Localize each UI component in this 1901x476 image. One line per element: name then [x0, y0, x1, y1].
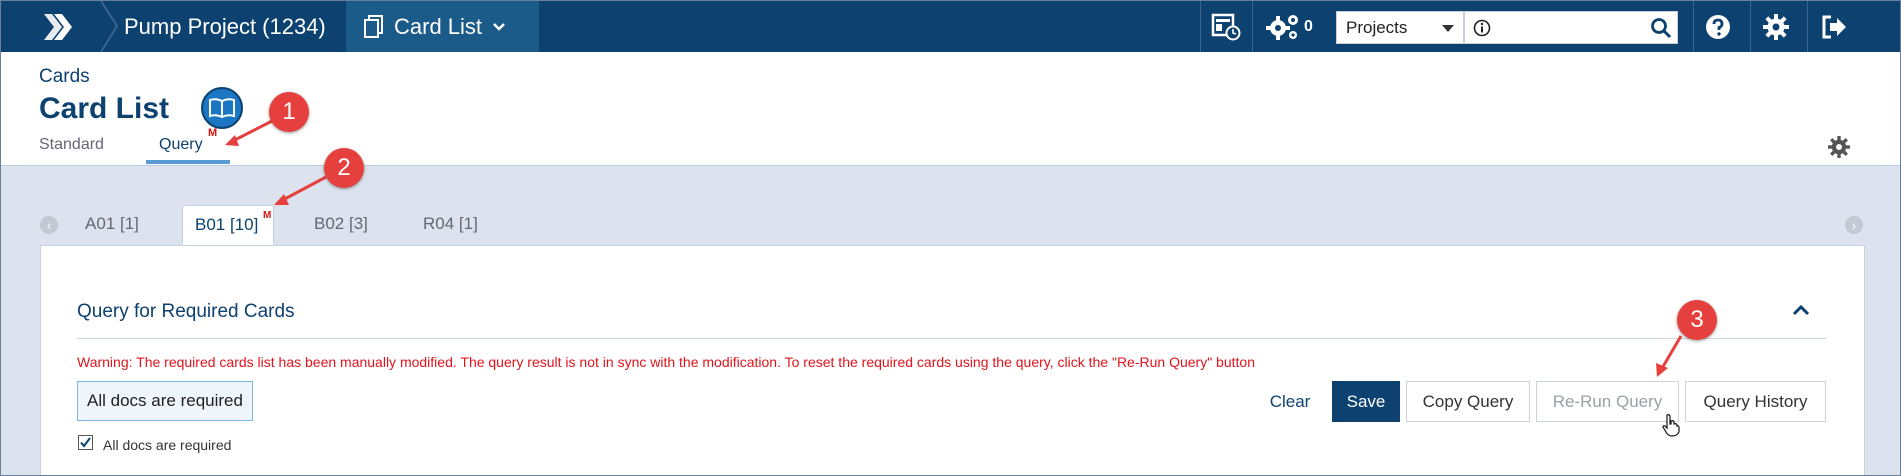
- page-title: Card List: [39, 92, 170, 125]
- dashboard-clock-icon[interactable]: [1208, 10, 1244, 44]
- save-button[interactable]: Save: [1332, 381, 1400, 422]
- tabs-prev-arrow-icon[interactable]: ‹: [40, 216, 58, 234]
- checkmark-icon: [80, 437, 91, 448]
- query-condition-tag[interactable]: All docs are required: [77, 381, 253, 421]
- active-tab-indicator: [146, 160, 230, 164]
- app-window: Pump Project (1234) Card List 0 Projects…: [0, 0, 1901, 476]
- section-label: Cards: [39, 66, 90, 87]
- annotation-callout-1: 1: [269, 92, 309, 132]
- book-icon: [209, 98, 235, 119]
- toolbar-divider: [1200, 1, 1201, 52]
- toolbar-divider: [1693, 1, 1694, 52]
- breadcrumb-project[interactable]: Pump Project (1234): [124, 1, 344, 52]
- checkbox-label: All docs are required: [103, 437, 232, 453]
- toolbar-divider: [1252, 1, 1253, 52]
- divider: [77, 338, 1826, 339]
- home-logo-icon[interactable]: [40, 10, 84, 44]
- annotation-callout-2: 2: [324, 148, 364, 188]
- settings-gear-icon[interactable]: [1761, 10, 1791, 44]
- sync-warning-message: Warning: The required cards list has bee…: [77, 354, 1255, 370]
- breadcrumb-card-list[interactable]: Card List: [346, 1, 539, 52]
- rerun-query-button[interactable]: Re-Run Query: [1536, 381, 1679, 422]
- toolbar-divider: [1807, 1, 1808, 52]
- copy-query-button[interactable]: Copy Query: [1406, 381, 1530, 422]
- caret-down-icon: [1442, 25, 1454, 32]
- top-bar: Pump Project (1234) Card List 0 Projects: [1, 1, 1900, 52]
- info-icon: [1473, 19, 1491, 37]
- gears-count: 0: [1304, 18, 1313, 35]
- document-copy-icon: [364, 14, 383, 38]
- process-gears-button[interactable]: 0: [1266, 10, 1336, 44]
- toolbar-divider: [1750, 1, 1751, 52]
- search-scope-select[interactable]: Projects: [1336, 11, 1464, 44]
- doc-tab-r04[interactable]: R04 [1]: [423, 214, 478, 234]
- logout-icon[interactable]: [1819, 10, 1849, 44]
- breadcrumb-separator-icon: [100, 1, 119, 52]
- chevron-up-icon[interactable]: [1792, 303, 1810, 317]
- breadcrumb-separator-icon: [513, 1, 535, 52]
- annotation-callout-3: 3: [1677, 300, 1717, 340]
- tab-query[interactable]: Query: [159, 136, 203, 154]
- search-icon[interactable]: [1650, 17, 1672, 39]
- hand-cursor-icon: [1662, 414, 1680, 437]
- view-settings-gear-icon[interactable]: [1828, 136, 1850, 158]
- gears-icon: [1266, 15, 1298, 40]
- chevron-down-icon: [493, 22, 505, 31]
- doc-tab-a01[interactable]: A01 [1]: [85, 214, 139, 234]
- panel-title: Query for Required Cards: [77, 301, 295, 322]
- doc-tab-b02[interactable]: B02 [3]: [314, 214, 368, 234]
- clear-button[interactable]: Clear: [1259, 381, 1321, 422]
- help-icon[interactable]: [1703, 10, 1733, 44]
- search-input[interactable]: [1464, 11, 1678, 44]
- query-history-button[interactable]: Query History: [1685, 381, 1826, 422]
- tabs-next-arrow-icon[interactable]: ›: [1845, 216, 1863, 234]
- documentation-book-button[interactable]: [201, 87, 243, 129]
- tab-standard[interactable]: Standard: [39, 136, 104, 154]
- modified-badge: M: [263, 210, 272, 221]
- modified-badge: M: [208, 127, 218, 139]
- doc-tab-b01[interactable]: B01 [10]: [182, 205, 274, 246]
- all-docs-required-checkbox[interactable]: [78, 435, 93, 450]
